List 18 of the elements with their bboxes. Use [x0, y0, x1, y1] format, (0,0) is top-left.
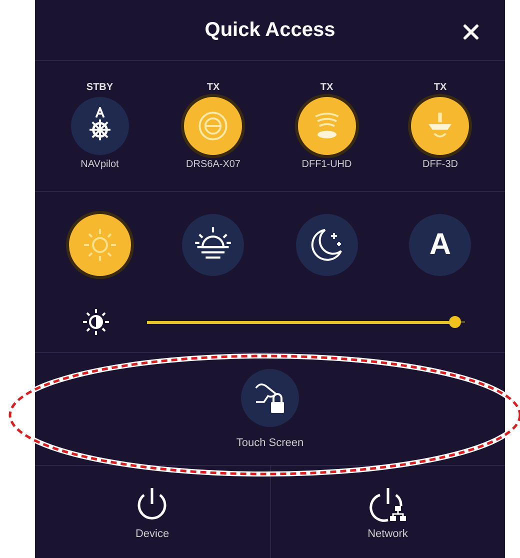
device-status: TX [434, 82, 447, 93]
device-button[interactable] [184, 97, 242, 155]
device-button[interactable] [411, 97, 470, 155]
device-status: TX [206, 82, 220, 93]
device-name: NAVpilot [80, 159, 119, 170]
brightness-slider[interactable] [147, 317, 465, 327]
touch-screen-label: Touch Screen [236, 437, 304, 449]
device-status: STBY [86, 82, 114, 93]
device-button[interactable] [298, 97, 356, 155]
device-name: DFF1-UHD [302, 159, 352, 170]
close-icon[interactable] [463, 24, 479, 40]
brightness-icon [81, 307, 111, 337]
device-status: TX [320, 82, 334, 93]
device-name: DFF-3D [422, 159, 458, 170]
display-mode-button[interactable]: A [409, 214, 472, 276]
device-name: DRS6A-X07 [186, 159, 240, 170]
display-mode-button[interactable] [68, 214, 131, 276]
panel-title: Quick Access [204, 18, 336, 42]
